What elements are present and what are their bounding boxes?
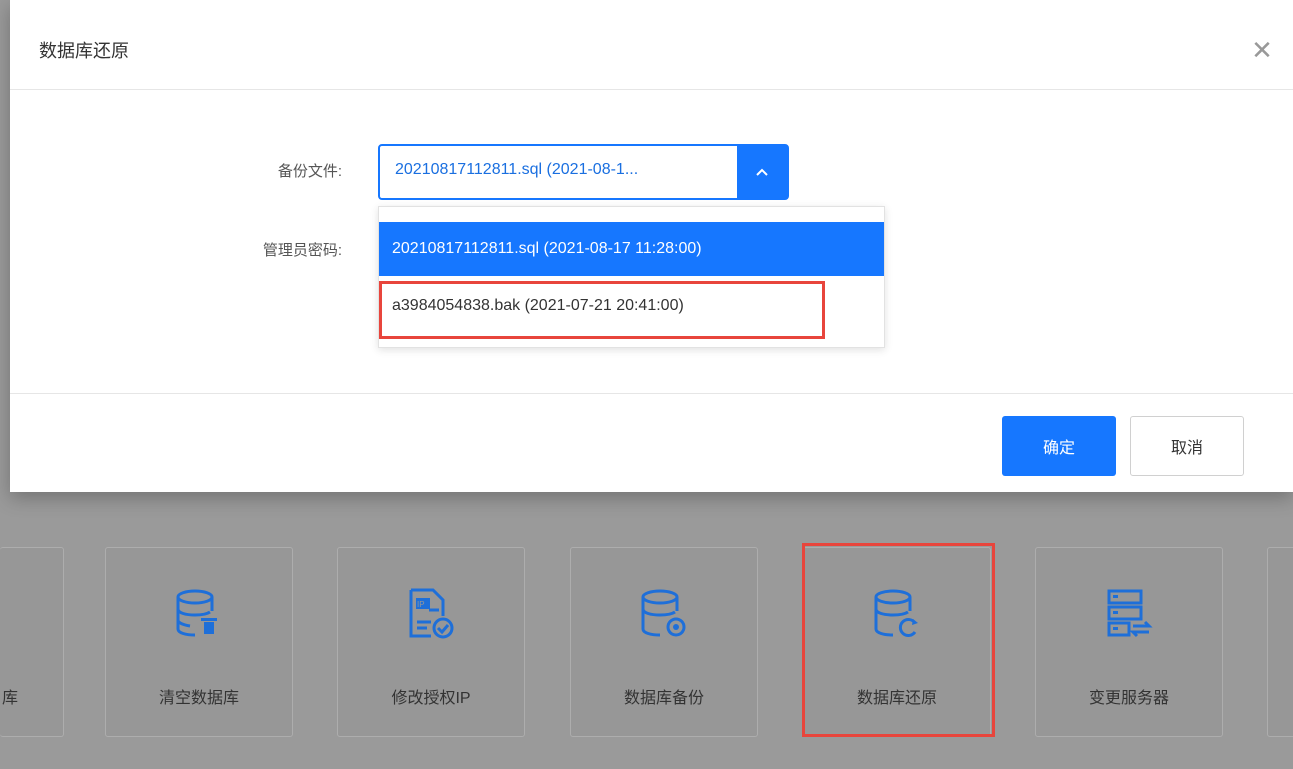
tile-modify-ip[interactable]: IP 修改授权IP: [337, 547, 525, 737]
tile-change-server[interactable]: 变更服务器: [1035, 547, 1223, 737]
dropdown-option[interactable]: 20210817112811.sql (2021-08-17 11:28:00): [379, 222, 884, 276]
highlight-bak-option: [379, 281, 825, 339]
tile-clear-database[interactable]: 清空数据库: [105, 547, 293, 737]
svg-text:IP: IP: [417, 600, 425, 609]
restore-dialog: 数据库还原 ✕ 备份文件: 管理员密码: 20210817112811.sql …: [10, 0, 1293, 492]
highlight-restore-tile: [802, 543, 995, 737]
tile-label: 数据库备份: [623, 690, 704, 707]
dialog-header: 数据库还原 ✕: [10, 0, 1293, 90]
tile-label: 清空数据库: [158, 690, 239, 707]
close-icon[interactable]: ✕: [1249, 37, 1275, 64]
cancel-button[interactable]: 取消: [1130, 416, 1244, 476]
dialog-footer: 确定 取消: [10, 393, 1293, 493]
database-backup-icon: [641, 589, 686, 637]
tile-label: 修改授权IP: [391, 690, 471, 707]
tile-database-backup[interactable]: 数据库备份: [570, 547, 758, 737]
tile-partial-right[interactable]: [1267, 547, 1293, 737]
dialog-title: 数据库还原: [39, 41, 129, 61]
tile-partial-left[interactable]: 库: [0, 547, 64, 737]
tile-label: 库: [2, 690, 19, 707]
select-value: 20210817112811.sql (2021-08-1...: [395, 161, 639, 178]
backup-file-select[interactable]: 20210817112811.sql (2021-08-1...: [378, 144, 789, 200]
backup-file-dropdown: 20210817112811.sql (2021-08-17 11:28:00)…: [378, 206, 885, 348]
database-delete-icon: [176, 589, 217, 637]
admin-password-label: 管理员密码:: [262, 242, 342, 259]
ip-document-icon: IP: [409, 588, 454, 639]
tile-label: 变更服务器: [1088, 690, 1169, 707]
confirm-button[interactable]: 确定: [1002, 416, 1116, 476]
chevron-up-icon[interactable]: [737, 146, 787, 198]
backup-file-label: 备份文件:: [277, 163, 342, 180]
server-switch-icon: [1107, 589, 1153, 638]
